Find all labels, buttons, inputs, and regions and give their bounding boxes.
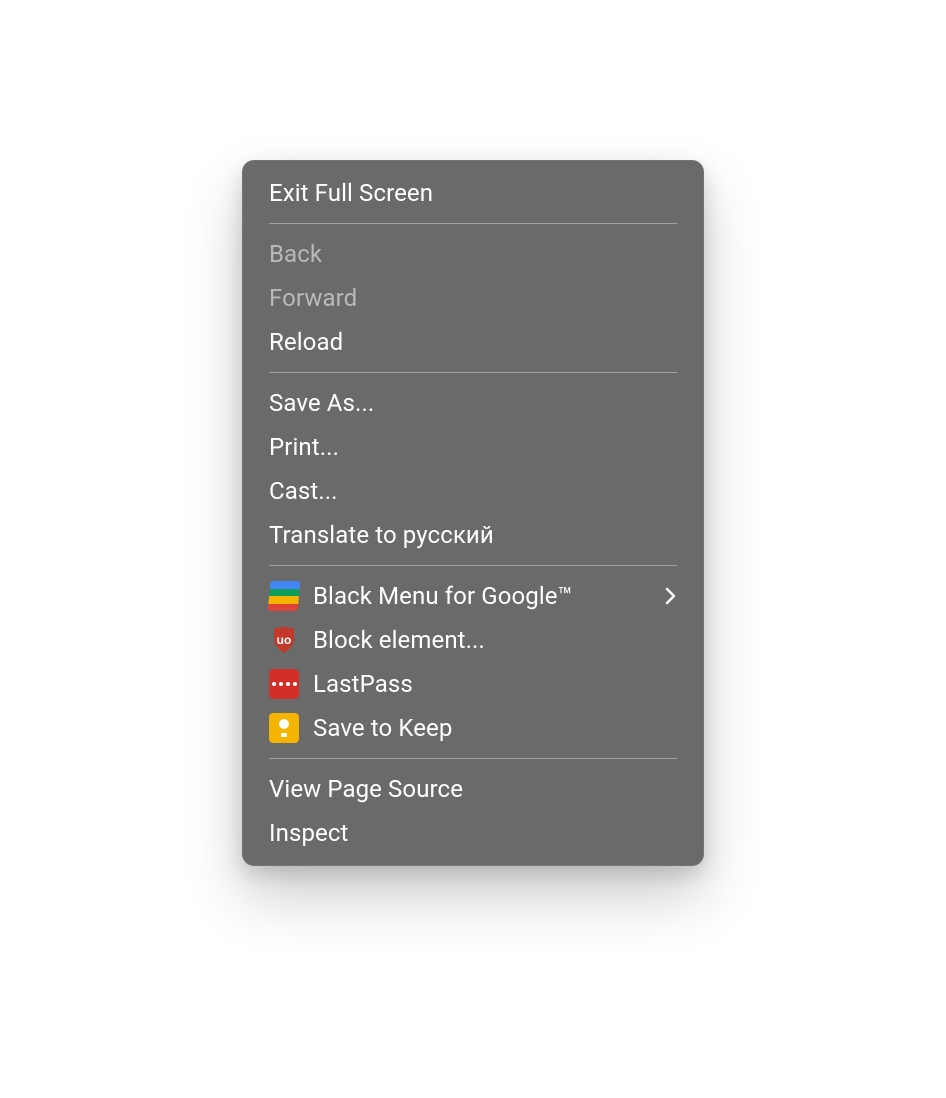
menu-item-reload[interactable]: Reload (243, 320, 703, 364)
menu-label-forward: Forward (269, 282, 677, 314)
menu-label-cast: Cast... (269, 475, 677, 507)
menu-label-inspect: Inspect (269, 817, 677, 849)
menu-label-print: Print... (269, 431, 677, 463)
menu-label-save-as: Save As... (269, 387, 677, 419)
menu-separator (269, 223, 677, 224)
menu-item-back: Back (243, 232, 703, 276)
menu-item-print[interactable]: Print... (243, 425, 703, 469)
menu-item-save-as[interactable]: Save As... (243, 381, 703, 425)
google-keep-icon (269, 713, 299, 743)
menu-label-save-to-keep: Save to Keep (313, 712, 677, 744)
ublock-origin-icon: uo (269, 625, 299, 655)
menu-label-lastpass: LastPass (313, 668, 677, 700)
black-menu-google-icon (269, 581, 299, 611)
svg-text:uo: uo (277, 633, 292, 647)
context-menu: Exit Full Screen Back Forward Reload Sav… (242, 160, 704, 866)
menu-label-exit-full-screen: Exit Full Screen (269, 177, 677, 209)
menu-label-back: Back (269, 238, 677, 270)
menu-item-forward: Forward (243, 276, 703, 320)
menu-item-block-element[interactable]: uo Block element... (243, 618, 703, 662)
menu-item-save-to-keep[interactable]: Save to Keep (243, 706, 703, 750)
menu-label-block-element: Block element... (313, 624, 677, 656)
menu-item-cast[interactable]: Cast... (243, 469, 703, 513)
lastpass-icon (269, 669, 299, 699)
menu-label-black-menu-google: Black Menu for Google™ (313, 580, 657, 612)
menu-item-translate[interactable]: Translate to русский (243, 513, 703, 557)
menu-item-exit-full-screen[interactable]: Exit Full Screen (243, 171, 703, 215)
menu-separator (269, 758, 677, 759)
chevron-right-icon (657, 587, 677, 605)
menu-label-translate: Translate to русский (269, 519, 677, 551)
menu-item-view-page-source[interactable]: View Page Source (243, 767, 703, 811)
menu-separator (269, 372, 677, 373)
menu-item-inspect[interactable]: Inspect (243, 811, 703, 855)
menu-label-reload: Reload (269, 326, 677, 358)
menu-item-lastpass[interactable]: LastPass (243, 662, 703, 706)
menu-item-black-menu-for-google[interactable]: Black Menu for Google™ (243, 574, 703, 618)
menu-separator (269, 565, 677, 566)
menu-label-view-page-source: View Page Source (269, 773, 677, 805)
